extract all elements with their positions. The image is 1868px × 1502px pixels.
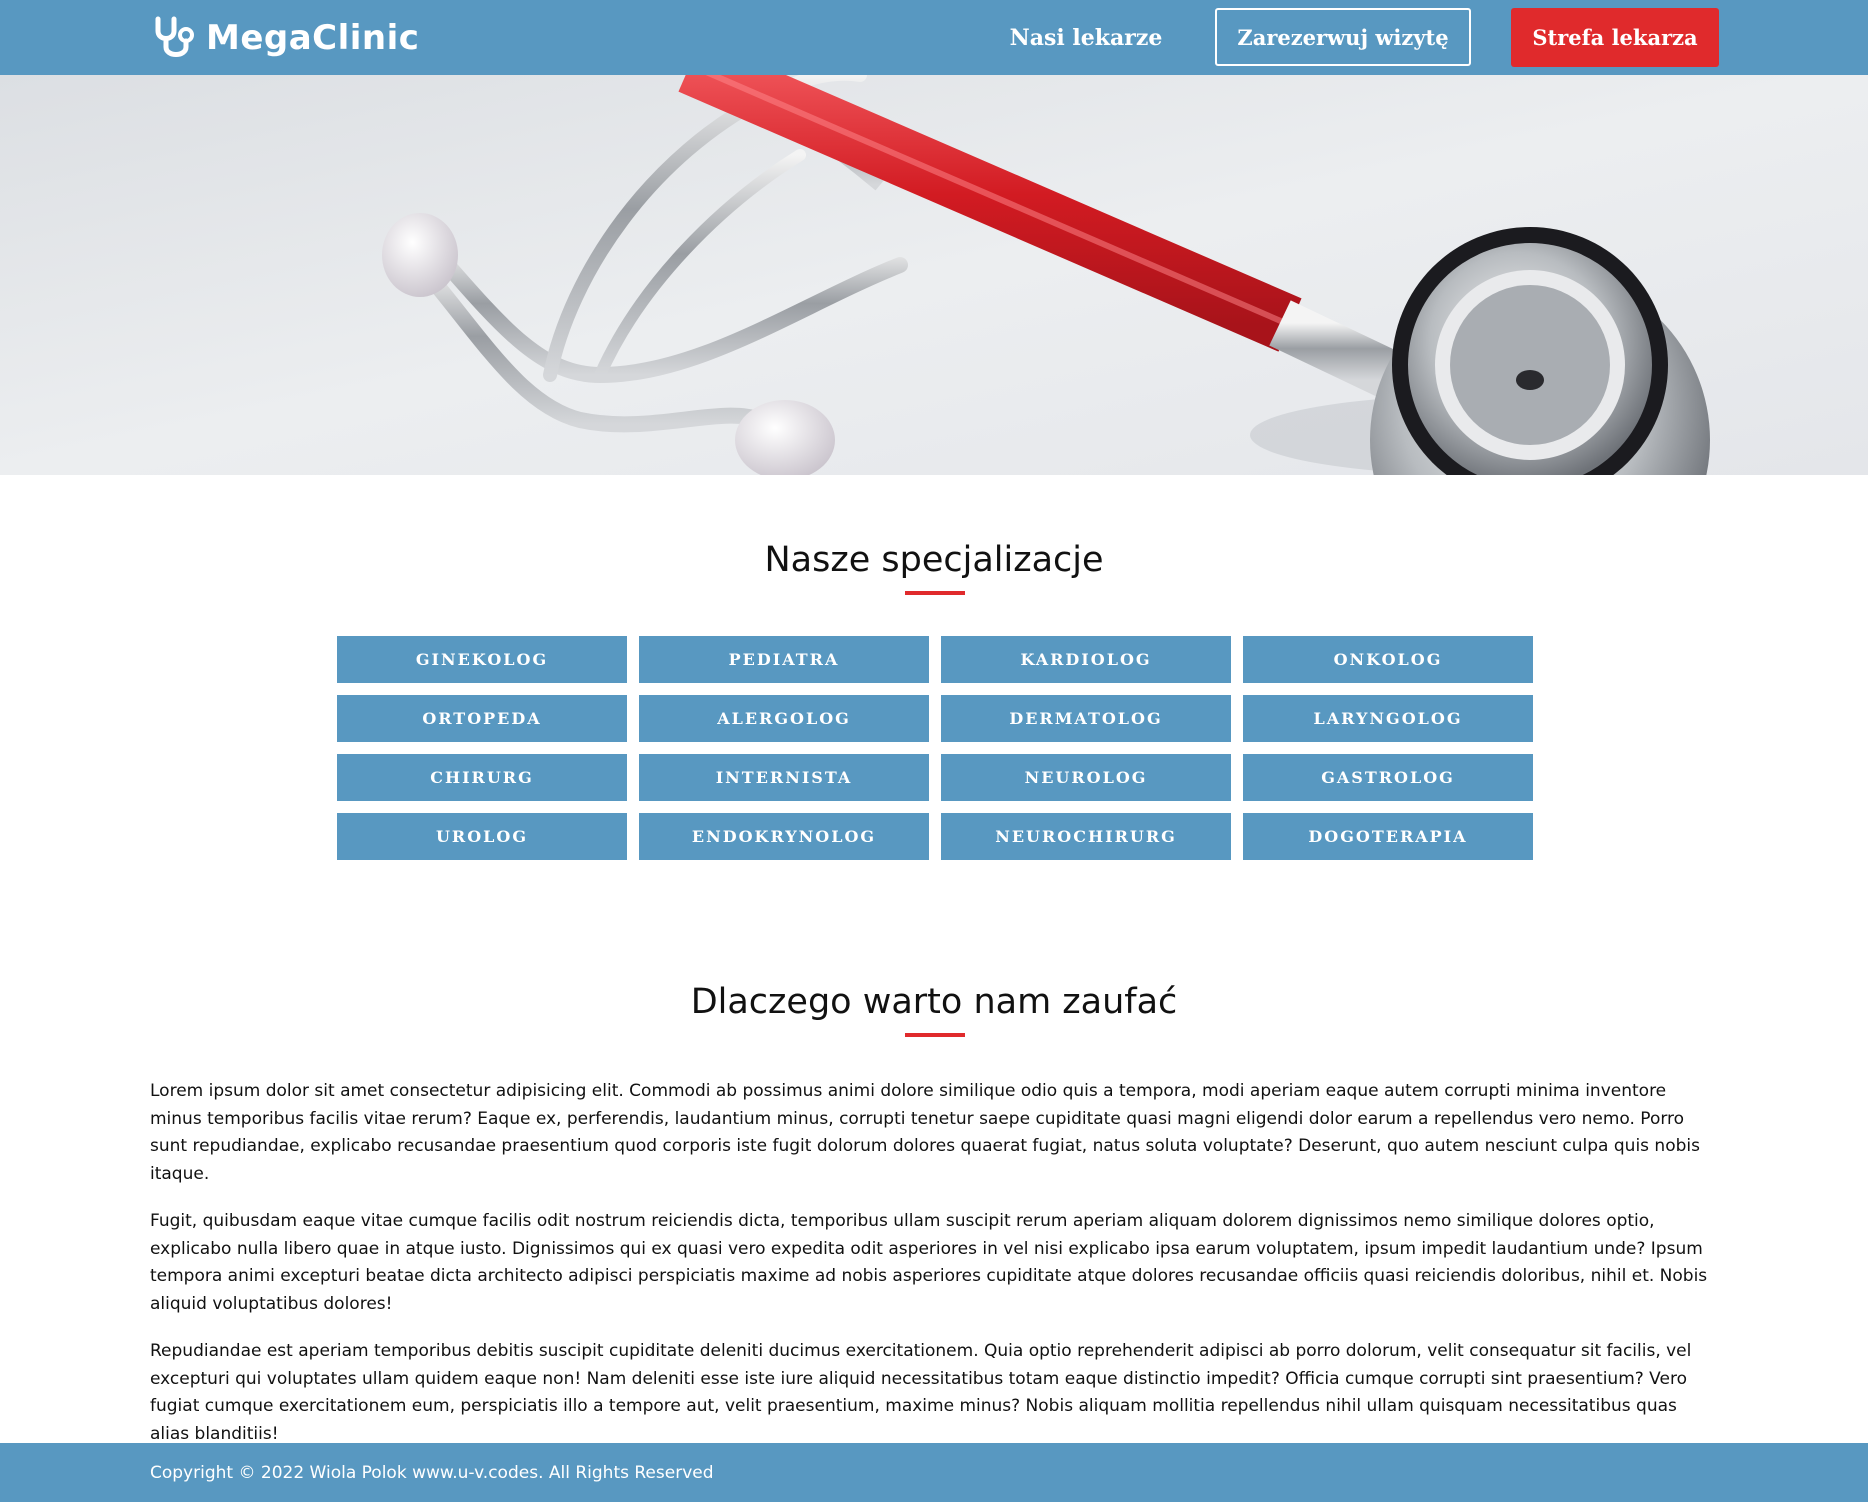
specialization-button[interactable]: UROLOG — [337, 813, 627, 860]
doctor-zone-button[interactable]: Strefa lekarza — [1511, 8, 1719, 67]
about-paragraph: Fugit, quibusdam eaque vitae cumque faci… — [150, 1211, 1708, 1314]
specialization-button[interactable]: GINEKOLOG — [337, 636, 627, 683]
specialization-button[interactable]: NEUROCHIRURG — [941, 813, 1231, 860]
brand-logo[interactable]: MegaClinic — [150, 14, 419, 62]
nav-our-doctors-link[interactable]: Nasi lekarze — [998, 8, 1174, 68]
specialization-button[interactable]: DERMATOLOG — [941, 695, 1231, 742]
specialization-button[interactable]: CHIRURG — [337, 754, 627, 801]
specialization-button[interactable]: NEUROLOG — [941, 754, 1231, 801]
about-section: Lorem ipsum dolor sit amet consectetur a… — [150, 1078, 1710, 1468]
specialization-button[interactable]: KARDIOLOG — [941, 636, 1231, 683]
top-navbar: MegaClinic Nasi lekarze Zarezerwuj wizyt… — [0, 0, 1868, 75]
specialization-button[interactable]: INTERNISTA — [639, 754, 929, 801]
about-paragraph: Repudiandae est aperiam temporibus debit… — [150, 1341, 1692, 1444]
specializations-grid: GINEKOLOG PEDIATRA KARDIOLOG ONKOLOG ORT… — [337, 636, 1533, 860]
specialization-button[interactable]: ALERGOLOG — [639, 695, 929, 742]
specializations-title-underline — [905, 591, 965, 595]
stethoscope-photo — [0, 75, 1868, 475]
specializations-title: Nasze specjalizacje — [764, 540, 1104, 580]
specialization-button[interactable]: ORTOPEDA — [337, 695, 627, 742]
about-paragraph: Lorem ipsum dolor sit amet consectetur a… — [150, 1081, 1700, 1184]
specialization-button[interactable]: ENDOKRYNOLOG — [639, 813, 929, 860]
about-title: Dlaczego warto nam zaufać — [690, 982, 1178, 1022]
brand-name: MegaClinic — [206, 18, 420, 58]
specialization-button[interactable]: PEDIATRA — [639, 636, 929, 683]
specialization-button[interactable]: GASTROLOG — [1243, 754, 1533, 801]
footer-copyright: Copyright © 2022 Wiola Polok www.u-v.cod… — [150, 1462, 714, 1483]
specialization-button[interactable]: ONKOLOG — [1243, 636, 1533, 683]
book-visit-button[interactable]: Zarezerwuj wizytę — [1215, 8, 1471, 66]
footer: Copyright © 2022 Wiola Polok www.u-v.cod… — [0, 1443, 1868, 1502]
about-title-underline — [905, 1033, 965, 1037]
specialization-button[interactable]: LARYNGOLOG — [1243, 695, 1533, 742]
hero-banner — [0, 75, 1868, 475]
specialization-button[interactable]: DOGOTERAPIA — [1243, 813, 1533, 860]
stethoscope-icon — [155, 16, 194, 57]
